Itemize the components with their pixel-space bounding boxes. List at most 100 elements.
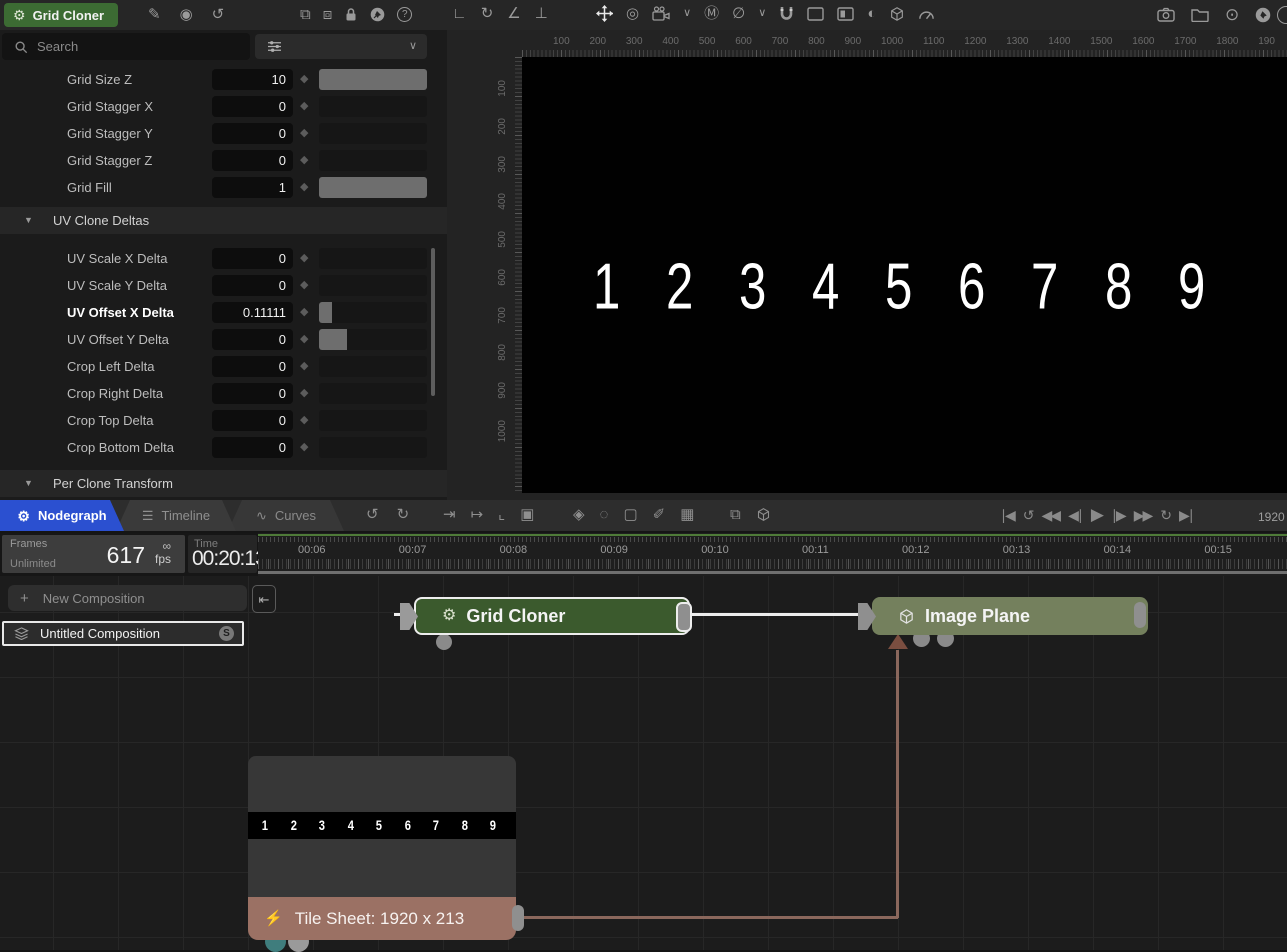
property-slider[interactable] bbox=[319, 302, 427, 323]
keyframe-diamond-icon[interactable]: ◆ bbox=[300, 413, 308, 426]
collapse-panel-button[interactable]: ⇤ bbox=[252, 585, 276, 613]
marquee-select-icon[interactable]: ▢ bbox=[623, 507, 637, 522]
property-slider[interactable] bbox=[319, 96, 427, 117]
skip-to-start-button[interactable]: ∣◀ bbox=[1000, 508, 1014, 522]
hex-m-tool-icon[interactable]: Ⓜ bbox=[704, 6, 719, 21]
property-value-field[interactable]: 0 bbox=[212, 248, 293, 269]
tilesheet-output-connector[interactable] bbox=[512, 905, 524, 931]
viewport-panel[interactable]: 123456789 100200300400500600700800900100… bbox=[447, 30, 1287, 500]
new-composition-input[interactable]: + New Composition bbox=[8, 585, 247, 611]
filter-dropdown[interactable]: ∨ bbox=[255, 34, 427, 59]
frame-out-icon[interactable]: ↦ bbox=[471, 507, 484, 522]
group-node-icon[interactable] bbox=[756, 507, 771, 522]
keyframe-diamond-icon[interactable]: ◆ bbox=[300, 440, 308, 453]
performance-gauge-icon[interactable] bbox=[918, 8, 935, 20]
viewport-split-icon[interactable] bbox=[837, 7, 854, 21]
scale-axes-icon[interactable]: ∠ bbox=[507, 6, 520, 21]
wire-arrow-connector[interactable] bbox=[888, 634, 908, 649]
property-slider[interactable] bbox=[319, 248, 427, 269]
record-icon[interactable]: ⊙ bbox=[1225, 6, 1239, 23]
play-button[interactable]: ▶ bbox=[1091, 506, 1102, 523]
keyframe-diamond-icon[interactable]: ◆ bbox=[300, 72, 308, 85]
null-toggle-icon[interactable]: ∅ bbox=[732, 6, 745, 21]
magnet-snap-icon[interactable] bbox=[779, 6, 794, 22]
property-value-field[interactable]: 10 bbox=[212, 69, 293, 90]
property-value-field[interactable]: 0 bbox=[212, 150, 293, 171]
node-tile-sheet[interactable]: 123456789 ⚡ Tile Sheet: 1920 x 213 bbox=[248, 756, 516, 940]
keyframe-diamond-icon[interactable]: ◆ bbox=[300, 251, 308, 264]
property-slider[interactable] bbox=[319, 410, 427, 431]
tilesheet-titlebar[interactable]: ⚡ Tile Sheet: 1920 x 213 bbox=[248, 897, 516, 940]
chevron-down-icon[interactable]: ∨ bbox=[683, 8, 691, 19]
node-image-plane[interactable]: Image Plane bbox=[872, 597, 1148, 635]
keyframe-diamond-icon[interactable]: ◆ bbox=[300, 386, 308, 399]
nodegraph-panel[interactable]: + New Composition ⇤ Untitled Composition… bbox=[0, 576, 1287, 950]
property-value-field[interactable]: 0.11111 bbox=[212, 302, 293, 323]
camera-tool-icon[interactable] bbox=[652, 6, 670, 21]
move-tool-icon[interactable] bbox=[596, 5, 613, 22]
duplicate-filled-icon[interactable]: ⧈ bbox=[323, 7, 333, 22]
keyframe-diamond-icon[interactable]: ◆ bbox=[300, 305, 308, 318]
brush-icon[interactable]: ✐ bbox=[653, 507, 666, 522]
pin-icon[interactable] bbox=[370, 7, 385, 22]
frame-count-value[interactable]: 1920 bbox=[1258, 510, 1285, 524]
pivot-axes-icon[interactable]: ⊥ bbox=[535, 6, 548, 21]
property-value-field[interactable]: 0 bbox=[212, 275, 293, 296]
folder-icon[interactable] bbox=[1191, 8, 1209, 22]
keyframe-diamond-icon[interactable]: ◆ bbox=[300, 126, 308, 139]
snapshot-camera-icon[interactable] bbox=[1157, 7, 1175, 22]
clipped-help-icon[interactable] bbox=[1277, 6, 1287, 24]
undo-icon[interactable]: ↺ bbox=[366, 507, 379, 522]
skip-to-end-button[interactable]: ▶∣ bbox=[1179, 508, 1193, 522]
duplicate-node-icon[interactable]: ⧉ bbox=[730, 507, 741, 522]
tab-curves[interactable]: ∿ Curves bbox=[228, 500, 344, 531]
property-slider[interactable] bbox=[319, 150, 427, 171]
property-value-field[interactable]: 0 bbox=[212, 356, 293, 377]
timeline-ruler[interactable]: 00:0600:0700:0800:0900:1000:1100:1200:13… bbox=[258, 533, 1287, 576]
keyframe-diamond-icon[interactable]: ◆ bbox=[300, 180, 308, 193]
properties-scrollbar[interactable] bbox=[431, 248, 435, 396]
rename-pencil-icon[interactable]: ✎ bbox=[148, 7, 161, 22]
play-backwards-button[interactable]: ↺ bbox=[1023, 508, 1033, 522]
translate-axes-icon[interactable]: ∟ bbox=[452, 6, 467, 21]
image-node-icon[interactable]: ▣ bbox=[520, 507, 534, 522]
work-area-bar[interactable] bbox=[258, 534, 1287, 536]
property-slider[interactable] bbox=[319, 275, 427, 296]
property-slider[interactable] bbox=[319, 123, 427, 144]
help-icon[interactable]: ? bbox=[397, 7, 412, 22]
stamp-icon[interactable]: ▦ bbox=[680, 507, 694, 522]
gridcloner-bottom-connector[interactable] bbox=[436, 634, 452, 650]
property-slider[interactable] bbox=[319, 69, 427, 90]
frames-box[interactable]: Frames Unlimited 617 ∞ fps bbox=[2, 535, 185, 573]
frame-in-icon[interactable]: ⇥ bbox=[443, 507, 456, 522]
keyframe-diamond-icon[interactable]: ◆ bbox=[300, 153, 308, 166]
property-slider[interactable] bbox=[319, 356, 427, 377]
keyframe-diamond-icon[interactable]: ◆ bbox=[300, 99, 308, 112]
property-value-field[interactable]: 0 bbox=[212, 383, 293, 404]
tab-timeline[interactable]: ☰ Timeline bbox=[116, 500, 236, 531]
imageplane-output-connector[interactable] bbox=[1134, 602, 1146, 628]
keyframe-diamond-icon[interactable]: ◆ bbox=[300, 278, 308, 291]
redo-icon[interactable]: ↻ bbox=[397, 507, 410, 522]
gridcloner-output-connector[interactable] bbox=[676, 602, 692, 632]
node-grid-cloner[interactable]: ⚙ Grid Cloner bbox=[414, 597, 690, 635]
rewind-button[interactable]: ◀◀ bbox=[1042, 508, 1060, 522]
corner-drag-icon[interactable]: ⌞ bbox=[498, 507, 505, 522]
shading-sphere-icon[interactable]: ◐ bbox=[867, 6, 876, 21]
property-value-field[interactable]: 0 bbox=[212, 329, 293, 350]
chevron-down-icon[interactable]: ∨ bbox=[758, 8, 766, 19]
loop-button[interactable]: ↻ bbox=[1160, 508, 1170, 522]
property-value-field[interactable]: 0 bbox=[212, 96, 293, 117]
lock-icon[interactable] bbox=[344, 7, 358, 22]
search-input[interactable]: Search bbox=[2, 33, 250, 60]
step-back-button[interactable]: ◀∣ bbox=[1068, 508, 1082, 522]
step-forward-button[interactable]: ∣▶ bbox=[1111, 508, 1125, 522]
tab-nodegraph[interactable]: ⚙ Nodegraph bbox=[0, 500, 124, 531]
rotate-axes-icon[interactable]: ↻ bbox=[481, 6, 494, 21]
composition-list-item[interactable]: Untitled Composition S bbox=[2, 621, 244, 646]
pin-viewport-icon[interactable] bbox=[1255, 7, 1271, 23]
property-value-field[interactable]: 0 bbox=[212, 437, 293, 458]
fast-forward-button[interactable]: ▶▶ bbox=[1134, 508, 1152, 522]
keyframe-diamond-icon[interactable]: ◆ bbox=[300, 332, 308, 345]
keyframe-diamond-icon[interactable]: ◆ bbox=[300, 359, 308, 372]
